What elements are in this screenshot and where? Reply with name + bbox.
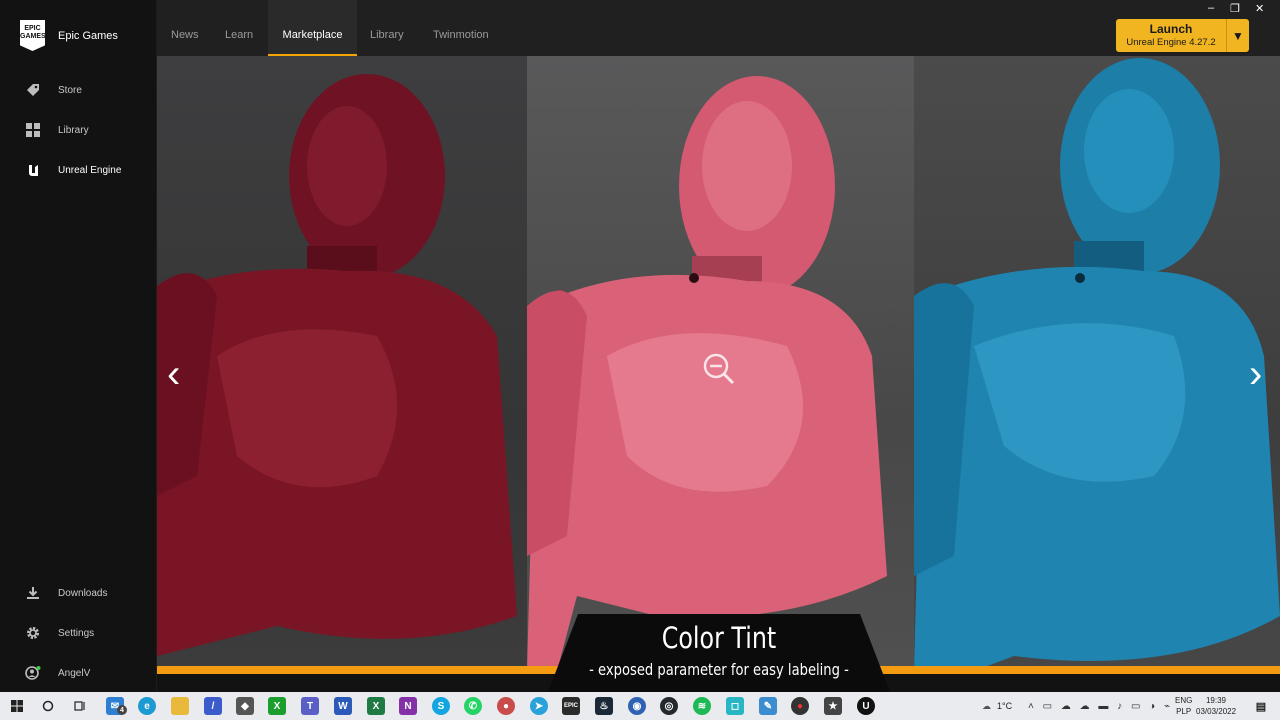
- time: 19:39: [1205, 696, 1227, 705]
- tab-news[interactable]: News: [171, 0, 199, 56]
- unreal-taskbar-icon[interactable]: U: [857, 697, 875, 715]
- epic-games-logo: EPIC GAMES: [20, 20, 45, 51]
- sidebar: EPIC GAMES Epic Games Store Library Unre…: [0, 0, 157, 692]
- search-icon[interactable]: [39, 697, 57, 715]
- epic-games-launcher: EPIC GAMES Epic Games Store Library Unre…: [0, 0, 1280, 692]
- skype-icon[interactable]: S: [432, 697, 450, 715]
- caption-subtitle: - exposed parameter for easy labeling -: [589, 660, 849, 679]
- recorder-icon[interactable]: ●: [791, 697, 809, 715]
- mannequin-blue-image: [914, 56, 1280, 671]
- brand[interactable]: EPIC GAMES Epic Games: [20, 20, 118, 51]
- system-tray-icons[interactable]: ˄ ▭ ☁ ☁ ▬ ♪ ▭ ◑ ⌁: [1028, 692, 1173, 720]
- sidebar-item-library[interactable]: Library: [25, 122, 89, 138]
- sidebar-item-label: Downloads: [58, 587, 108, 599]
- sidebar-item-label: Store: [58, 84, 82, 96]
- gear-icon: [25, 625, 41, 641]
- app-icon[interactable]: ★: [824, 697, 842, 715]
- language-indicator[interactable]: ENG PLP: [1175, 695, 1192, 717]
- sidebar-item-settings[interactable]: Settings: [25, 625, 94, 641]
- onenote-icon[interactable]: N: [399, 697, 417, 715]
- file-explorer-icon[interactable]: [171, 697, 189, 715]
- app-icon[interactable]: ●: [497, 697, 515, 715]
- maps-icon[interactable]: ◉: [628, 697, 646, 715]
- brand-name: Epic Games: [58, 29, 118, 42]
- whatsapp-icon[interactable]: ✆: [464, 697, 482, 715]
- mail-badge: 4: [117, 705, 127, 715]
- tab-marketplace[interactable]: Marketplace: [268, 0, 357, 56]
- tag-icon: [25, 82, 41, 98]
- notification-icon[interactable]: ▤: [1252, 697, 1270, 715]
- clock[interactable]: 19:39 03/03/2022: [1196, 695, 1236, 717]
- sidebar-item-account[interactable]: AngelV: [25, 665, 90, 681]
- teams-icon[interactable]: T: [301, 697, 319, 715]
- tab-twinmotion[interactable]: Twinmotion: [433, 0, 489, 56]
- previous-arrow-icon[interactable]: ‹: [167, 352, 180, 397]
- task-view-icon[interactable]: [71, 697, 89, 715]
- layout-code: PLP: [1176, 707, 1192, 716]
- windows-start-icon[interactable]: [8, 697, 26, 715]
- github-icon[interactable]: ◎: [660, 697, 678, 715]
- unreal-icon: [25, 162, 41, 178]
- weather-temp: 1°C: [997, 701, 1013, 711]
- app-icon[interactable]: /: [204, 697, 222, 715]
- lang-code: ENG: [1175, 696, 1193, 705]
- next-arrow-icon[interactable]: ›: [1249, 352, 1262, 397]
- minimize-button[interactable]: –: [1208, 2, 1214, 14]
- download-icon: [25, 585, 41, 601]
- maximize-button[interactable]: ❐: [1230, 2, 1240, 15]
- launch-title: Launch: [1149, 22, 1193, 36]
- sidebar-item-store[interactable]: Store: [25, 82, 82, 98]
- tab-library[interactable]: Library: [370, 0, 404, 56]
- app-icon[interactable]: ✎: [759, 697, 777, 715]
- sidebar-item-downloads[interactable]: Downloads: [25, 585, 107, 601]
- launch-main[interactable]: Launch Unreal Engine 4.27.2: [1116, 19, 1227, 52]
- media-viewer[interactable]: ‹ ›: [157, 56, 1280, 671]
- grid-icon: [25, 122, 41, 138]
- weather-widget[interactable]: ☁ 1°C: [982, 692, 1012, 720]
- telegram-icon[interactable]: ➤: [530, 697, 548, 715]
- sidebar-item-label: Settings: [58, 627, 95, 639]
- user-icon: [25, 665, 41, 681]
- zoom-out-icon[interactable]: [702, 352, 735, 385]
- xbox-icon[interactable]: X: [268, 697, 286, 715]
- edge-icon[interactable]: e: [138, 697, 156, 715]
- close-button[interactable]: ✕: [1255, 2, 1264, 15]
- excel-icon[interactable]: X: [367, 697, 385, 715]
- windows-taskbar: ✉ 4 e / ◆ X T W X N S ✆ ● ➤ EPIC ♨ ◉ ◎ ≋…: [0, 692, 1280, 720]
- launch-version: Unreal Engine 4.27.2: [1126, 37, 1216, 48]
- app-icon[interactable]: ◆: [236, 697, 254, 715]
- tab-learn[interactable]: Learn: [225, 0, 253, 56]
- steam-icon[interactable]: ♨: [595, 697, 613, 715]
- sidebar-item-label: AngelV: [58, 667, 91, 679]
- sidebar-item-unreal-engine[interactable]: Unreal Engine: [25, 162, 121, 178]
- caption-title: Color Tint: [661, 621, 777, 655]
- spotify-icon[interactable]: ≋: [693, 697, 711, 715]
- chevron-down-icon[interactable]: ▼: [1227, 19, 1249, 52]
- sidebar-item-label: Library: [58, 124, 89, 136]
- mannequin-red-image: [157, 56, 527, 671]
- app-icon[interactable]: ◻: [726, 697, 744, 715]
- sidebar-item-label: Unreal Engine: [58, 164, 122, 176]
- word-icon[interactable]: W: [334, 697, 352, 715]
- date: 03/03/2022: [1196, 707, 1237, 716]
- caption-banner: Color Tint - exposed parameter for easy …: [548, 614, 890, 692]
- top-navigation: News Learn Marketplace Library Twinmotio…: [157, 0, 1280, 56]
- launch-button[interactable]: Launch Unreal Engine 4.27.2 ▼: [1116, 19, 1249, 52]
- cloud-icon: ☁: [982, 700, 991, 711]
- epic-games-taskbar-icon[interactable]: EPIC: [562, 697, 580, 715]
